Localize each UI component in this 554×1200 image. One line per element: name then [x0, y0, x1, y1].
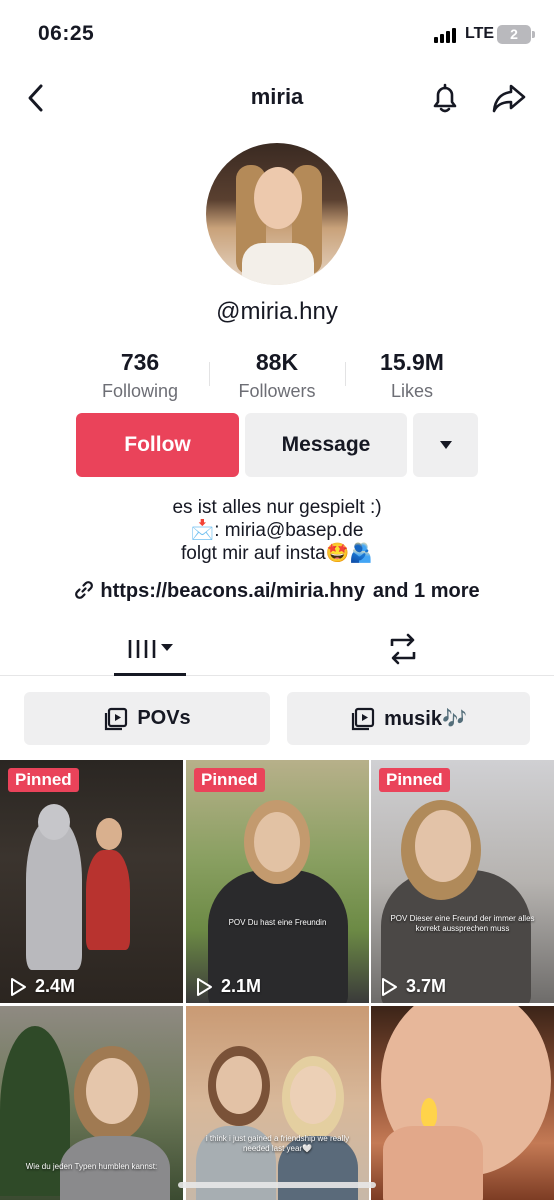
status-bar: 06:25 LTE 2: [0, 0, 554, 68]
link-url[interactable]: https://beacons.ai/miria.hny: [100, 580, 365, 602]
bio-line: folgt mir auf insta🤩🫂: [181, 543, 373, 564]
view-count: 3.7M: [379, 976, 446, 997]
signal-icon: [434, 27, 460, 43]
share-icon[interactable]: [490, 80, 528, 116]
stat-value: 15.9M: [380, 349, 444, 375]
view-count-value: 2.1M: [221, 976, 262, 996]
playlist-label: musik🎶: [384, 708, 467, 730]
suggested-accounts-button[interactable]: [413, 413, 478, 477]
status-time: 06:25: [38, 22, 95, 45]
content-tabs: [0, 620, 554, 676]
pinned-badge: Pinned: [8, 768, 79, 792]
stat-following[interactable]: 736 Following: [70, 348, 210, 404]
play-icon: [382, 977, 397, 996]
bio-line: 📩: miria@basep.de: [190, 520, 364, 541]
video-caption: POV Dieser eine Freund der immer alles k…: [390, 914, 535, 933]
tab-videos[interactable]: [114, 620, 186, 676]
network-type: LTE: [465, 25, 495, 42]
message-button[interactable]: Message: [245, 413, 407, 477]
profile-header: miria: [0, 70, 554, 126]
battery-level: 2: [510, 26, 518, 42]
video-caption: POV Du hast eine Freundin: [228, 918, 327, 927]
profile-stats: 736 Following 88K Followers 15.9M Likes: [0, 348, 554, 404]
video-thumbnail[interactable]: Pinned POV Dieser eine Freund der immer …: [371, 760, 554, 1003]
grid-icon: [128, 640, 173, 658]
view-count-value: 2.4M: [35, 976, 76, 996]
video-thumbnail[interactable]: Wie du jeden Typen humblen kannst:: [0, 1006, 183, 1200]
view-count: 2.1M: [194, 976, 261, 997]
play-icon: [11, 977, 26, 996]
stat-value: 88K: [255, 349, 299, 375]
playlist-musik[interactable]: musik🎶: [287, 692, 530, 745]
stat-label: Followers: [238, 381, 316, 401]
video-thumbnail[interactable]: Pinned POV Du hast eine Freundin 2.1M: [186, 760, 369, 1003]
page-title: miria: [250, 84, 304, 109]
battery-icon: 2: [497, 25, 535, 44]
playlist-povs[interactable]: POVs: [24, 692, 270, 745]
video-thumbnail[interactable]: Pinned 2.4M: [0, 760, 183, 1003]
repost-icon[interactable]: [384, 632, 422, 666]
stat-followers[interactable]: 88K Followers: [207, 348, 347, 404]
view-count-value: 3.7M: [406, 976, 447, 996]
bell-icon[interactable]: [428, 80, 462, 116]
home-indicator: [178, 1182, 376, 1188]
video-caption: Wie du jeden Typen humblen kannst:: [25, 1162, 158, 1171]
video-caption: i think i just gained a friendship we re…: [205, 1134, 350, 1153]
link-icon: [74, 580, 94, 600]
view-count: 2.4M: [8, 976, 75, 997]
playlist-icon: [103, 706, 129, 732]
pinned-badge: Pinned: [379, 768, 450, 792]
video-thumbnail[interactable]: i think i just gained a friendship we re…: [186, 1006, 369, 1200]
bio-line: es ist alles nur gespielt :): [172, 497, 382, 518]
caret-down-icon: [439, 441, 452, 449]
avatar[interactable]: [206, 143, 348, 285]
stat-likes[interactable]: 15.9M Likes: [342, 348, 482, 404]
video-grid: Pinned 2.4M Pinned POV Du hast eine Freu…: [0, 760, 554, 1200]
profile-bio: es ist alles nur gespielt :) 📩: miria@ba…: [0, 496, 554, 565]
bio-link[interactable]: https://beacons.ai/miria.hny and 1 more: [0, 578, 554, 604]
follow-button[interactable]: Follow: [76, 413, 239, 477]
stat-label: Likes: [390, 381, 434, 401]
playlist-icon: [350, 706, 376, 732]
play-icon: [197, 977, 212, 996]
pinned-badge: Pinned: [194, 768, 265, 792]
link-more[interactable]: and 1 more: [373, 580, 480, 602]
active-tab-indicator: [114, 673, 186, 676]
video-thumbnail[interactable]: [371, 1006, 554, 1200]
stat-value: 736: [120, 349, 160, 375]
playlist-label: POVs: [137, 707, 191, 729]
stat-label: Following: [101, 381, 179, 401]
profile-username: @miria.hny: [216, 298, 338, 325]
